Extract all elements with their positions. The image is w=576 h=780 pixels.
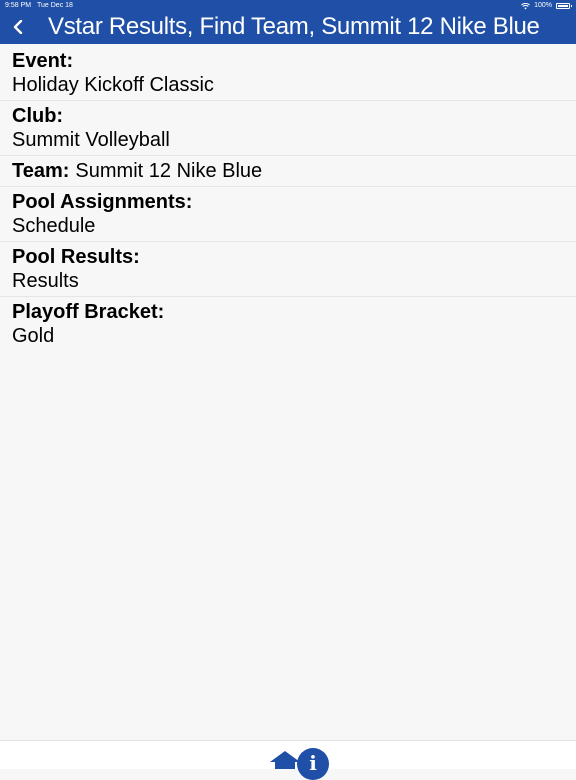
back-button[interactable] [6, 14, 30, 40]
event-value: Holiday Kickoff Classic [12, 74, 214, 96]
nav-header: 9:58 PM Tue Dec 18 100% Vstar Results, F… [0, 0, 576, 44]
chevron-left-icon [13, 20, 23, 34]
team-label: Team: [12, 160, 70, 182]
playoff-bracket-link[interactable]: Gold [12, 324, 576, 349]
club-value: Summit Volleyball [12, 129, 170, 151]
status-time: 9:58 PM [5, 2, 32, 9]
team-details: Event: Holiday Kickoff Classic Club: Sum… [0, 46, 576, 351]
club-row: Club: Summit Volleyball [0, 101, 576, 156]
team-row: Team: Summit 12 Nike Blue [0, 156, 576, 187]
info-icon[interactable]: i [297, 748, 329, 780]
pool-assignments-label: Pool Assignments: [12, 191, 193, 213]
event-row: Event: Holiday Kickoff Classic [0, 46, 576, 101]
bottom-toolbar: i [0, 740, 576, 780]
pool-results-link[interactable]: Results [12, 269, 576, 294]
battery-icon [556, 3, 572, 9]
page-title: Vstar Results, Find Team, Summit 12 Nike… [48, 13, 540, 40]
wifi-icon [521, 2, 531, 9]
pool-results-row[interactable]: Pool Results: Results [0, 242, 576, 297]
event-label: Event: [12, 50, 74, 72]
pool-assignments-row[interactable]: Pool Assignments: Schedule [0, 187, 576, 242]
pool-assignments-link[interactable]: Schedule [12, 214, 576, 239]
club-label: Club: [12, 105, 64, 127]
team-value: Summit 12 Nike Blue [75, 160, 263, 182]
pool-results-label: Pool Results: [12, 246, 140, 268]
playoff-bracket-label: Playoff Bracket: [12, 301, 165, 323]
playoff-bracket-row[interactable]: Playoff Bracket: Gold [0, 297, 576, 351]
